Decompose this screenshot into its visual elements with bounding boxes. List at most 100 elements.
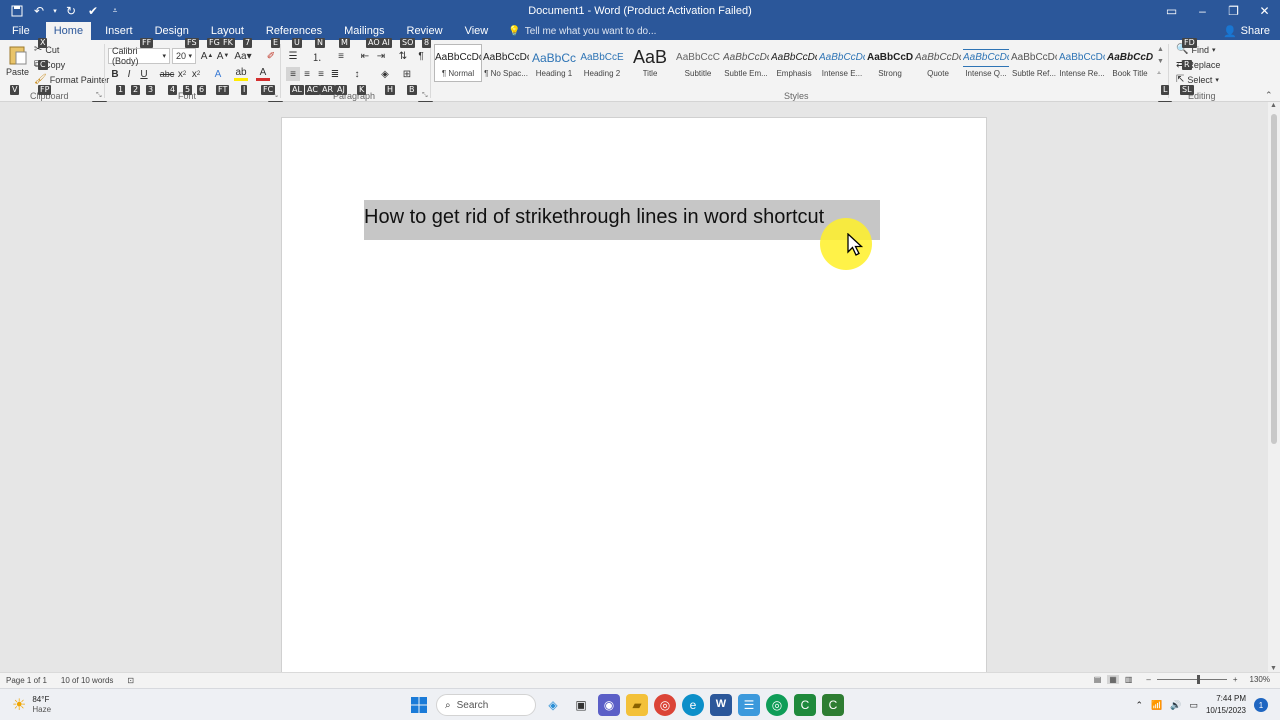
widgets-icon[interactable]: ◈: [542, 694, 564, 716]
undo-icon[interactable]: ↶: [30, 2, 48, 20]
bold-button[interactable]: B: [108, 67, 122, 81]
decrease-indent-button[interactable]: ⇤: [358, 49, 372, 63]
chevron-up-icon[interactable]: ⌃: [1135, 700, 1143, 711]
speaker-icon[interactable]: 🔊: [1170, 700, 1181, 711]
web-layout-icon[interactable]: ▥: [1125, 675, 1133, 684]
close-button[interactable]: ✕: [1249, 0, 1280, 22]
repeat-icon[interactable]: ↻: [62, 2, 80, 20]
style-tile[interactable]: AaBbCcDc Strong: [866, 44, 914, 82]
clear-formatting-button[interactable]: ✐: [264, 49, 278, 63]
save-icon[interactable]: [8, 2, 26, 20]
bullets-button[interactable]: ☰: [286, 49, 300, 63]
collapse-ribbon-icon[interactable]: ⌃: [1265, 90, 1273, 101]
numbering-button[interactable]: ⒈: [310, 49, 324, 64]
paste-button[interactable]: Paste: [6, 44, 29, 77]
strikethrough-button[interactable]: abc: [160, 67, 175, 81]
style-tile[interactable]: AaBbCcC Subtitle: [674, 44, 722, 82]
shading-button[interactable]: ◈: [378, 67, 392, 81]
scrollbar-thumb[interactable]: [1271, 114, 1277, 444]
increase-indent-button[interactable]: ⇥: [374, 49, 388, 63]
zoom-level[interactable]: 130%: [1250, 675, 1270, 684]
restore-button[interactable]: ❐: [1218, 0, 1249, 22]
customize-qat-icon[interactable]: ⩡: [106, 2, 124, 20]
read-mode-icon[interactable]: ▤: [1094, 675, 1102, 684]
style-tile[interactable]: AaBbCcDc Intense Q...: [962, 44, 1010, 82]
multilevel-list-button[interactable]: ≡: [334, 49, 348, 63]
style-tile[interactable]: AaBbCcDc ¶ Normal: [434, 44, 482, 82]
word-count[interactable]: 10 of 10 words: [61, 676, 113, 685]
clock[interactable]: 7:44 PM 10/15/2023: [1206, 693, 1246, 717]
chrome-icon[interactable]: ◎: [654, 694, 676, 716]
chat-icon[interactable]: ◉: [598, 694, 620, 716]
italic-button[interactable]: I: [122, 67, 136, 81]
zoom-slider[interactable]: [1156, 675, 1227, 684]
tab-file[interactable]: File: [4, 22, 38, 40]
wifi-icon[interactable]: 📶: [1151, 700, 1162, 711]
scroll-up-icon[interactable]: ▲: [1270, 102, 1277, 109]
highlight-button[interactable]: ab: [234, 67, 248, 81]
battery-icon[interactable]: ▭: [1189, 700, 1198, 711]
page-count[interactable]: Page 1 of 1: [6, 676, 47, 685]
select-button[interactable]: ⇱ Select ▾: [1176, 74, 1219, 85]
zoom-out-icon[interactable]: –: [1146, 675, 1150, 684]
styles-scroll-up-icon[interactable]: ▲: [1157, 46, 1164, 53]
style-tile[interactable]: AaBbCcE Heading 2: [578, 44, 626, 82]
change-case-button[interactable]: Aa▾: [234, 49, 252, 63]
proofing-icon[interactable]: ⊡: [127, 676, 134, 685]
sort-button[interactable]: ⇅: [396, 49, 410, 63]
tab-home[interactable]: Home: [45, 22, 92, 40]
style-tile[interactable]: AaBbCcDc Quote: [914, 44, 962, 82]
style-tile[interactable]: AaBbCcDc Intense E...: [818, 44, 866, 82]
font-size-combo[interactable]: 20 ▾: [172, 48, 196, 64]
line-spacing-button[interactable]: ↕: [350, 67, 364, 81]
styles-more-icon[interactable]: ⩡: [1157, 70, 1161, 78]
camtasia-recorder-icon[interactable]: C: [822, 694, 844, 716]
taskbar-search[interactable]: ⌕ Search: [436, 694, 536, 716]
font-color-button[interactable]: A: [256, 67, 270, 81]
paragraph-launcher-icon[interactable]: ⤡: [422, 92, 428, 100]
show-hide-marks-button[interactable]: ¶: [414, 49, 428, 63]
document-page[interactable]: How to get rid of strikethrough lines in…: [281, 117, 987, 677]
style-tile[interactable]: AaBbCcDc Subtle Em...: [722, 44, 770, 82]
document-canvas[interactable]: How to get rid of strikethrough lines in…: [0, 102, 1268, 677]
style-tile[interactable]: AaBbCcDc Subtle Ref...: [1010, 44, 1058, 82]
minimize-button[interactable]: –: [1187, 0, 1218, 22]
camtasia-icon[interactable]: C: [794, 694, 816, 716]
share-button[interactable]: 👤 Share: [1223, 22, 1270, 40]
weather-widget[interactable]: ☀ 84°F Haze: [12, 695, 51, 715]
style-tile[interactable]: AaB Title: [626, 44, 674, 82]
word-app-icon[interactable]: W: [710, 694, 732, 716]
zoom-in-icon[interactable]: +: [1233, 675, 1238, 684]
align-right-button[interactable]: ≡: [314, 67, 328, 81]
style-tile[interactable]: AaBbCcDc Emphasis: [770, 44, 818, 82]
tab-view[interactable]: View: [457, 22, 497, 40]
grow-font-button[interactable]: A ▲: [200, 49, 214, 63]
style-tile[interactable]: AaBbCcDc Intense Re...: [1058, 44, 1106, 82]
style-tile[interactable]: AaBbCcDc Book Title: [1106, 44, 1154, 82]
tab-insert[interactable]: Insert: [97, 22, 141, 40]
format-painter-button[interactable]: 🖌 Format Painter: [34, 74, 109, 85]
undo-dropdown-icon[interactable]: ▾: [52, 2, 58, 20]
edge-icon[interactable]: e: [682, 694, 704, 716]
underline-button[interactable]: U: [137, 67, 151, 81]
tell-me-box[interactable]: 💡 Tell me what you want to do...: [508, 22, 656, 40]
notepad-icon[interactable]: ☰: [738, 694, 760, 716]
text-effects-button[interactable]: A: [211, 67, 225, 81]
align-left-button[interactable]: ≡: [286, 67, 300, 81]
style-tile[interactable]: AaBbCc Heading 1: [530, 44, 578, 82]
notification-badge[interactable]: 1: [1254, 698, 1268, 712]
touch-mode-icon[interactable]: ✔: [84, 2, 102, 20]
clipboard-launcher-icon[interactable]: ⤡: [96, 92, 102, 100]
justify-button[interactable]: ≣: [328, 67, 342, 81]
print-layout-icon[interactable]: ▦: [1107, 675, 1119, 684]
scroll-down-icon[interactable]: ▼: [1270, 665, 1277, 672]
document-paragraph[interactable]: How to get rid of strikethrough lines in…: [364, 206, 824, 229]
windows-start-icon[interactable]: [408, 694, 430, 716]
chrome-profile-icon[interactable]: ◎: [766, 694, 788, 716]
superscript-button[interactable]: x2: [189, 67, 203, 81]
subscript-button[interactable]: x2: [175, 67, 189, 81]
zoom-slider-knob[interactable]: [1196, 675, 1200, 684]
file-explorer-icon[interactable]: ▰: [626, 694, 648, 716]
styles-scroll-down-icon[interactable]: ▼: [1157, 58, 1164, 65]
task-view-icon[interactable]: ▣: [570, 694, 592, 716]
